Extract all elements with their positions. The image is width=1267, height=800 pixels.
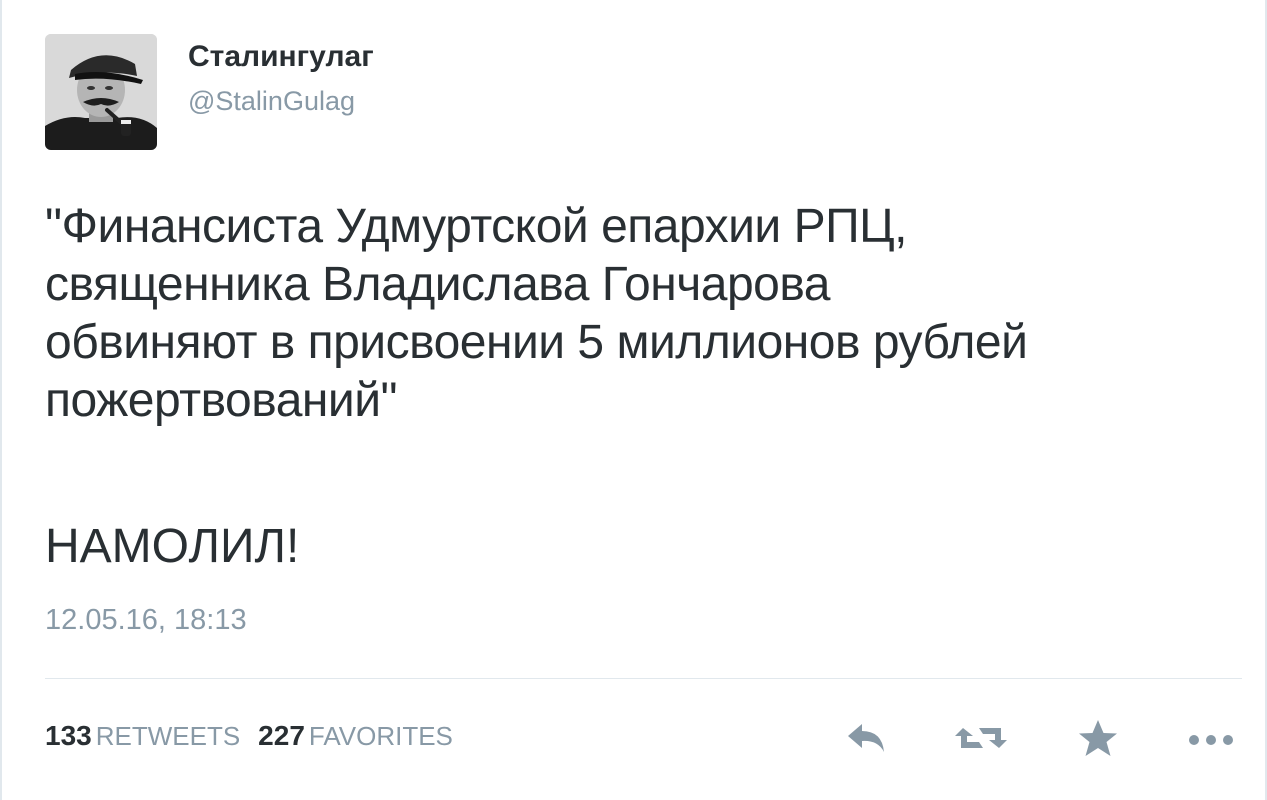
more-button[interactable]: [1186, 730, 1236, 750]
more-dots-icon: [1189, 735, 1233, 745]
retweet-icon: [955, 728, 1007, 748]
reply-icon: [848, 724, 884, 752]
retweet-button[interactable]: [953, 718, 1009, 758]
tweet-stats: 133 RETWEETS 227 FAVORITES: [45, 720, 471, 752]
tweet-line: обвиняют в присвоении 5 миллионов рублей: [45, 316, 1028, 369]
retweets-label[interactable]: RETWEETS: [96, 721, 240, 751]
user-handle[interactable]: @StalinGulag: [188, 86, 355, 117]
tweet-card: Сталингулаг @StalinGulag "Финансиста Удм…: [0, 0, 1267, 800]
tweet-text: "Финансиста Удмуртской епархии РПЦ, свящ…: [45, 198, 1245, 430]
divider: [45, 678, 1242, 679]
tweet-line: "Финансиста Удмуртской епархии РПЦ,: [45, 200, 907, 253]
reply-button[interactable]: [842, 718, 890, 758]
retweets-count[interactable]: 133: [45, 720, 92, 751]
favorite-button[interactable]: [1076, 718, 1120, 760]
avatar[interactable]: [45, 34, 157, 150]
favorites-count[interactable]: 227: [258, 720, 305, 751]
favorites-label[interactable]: FAVORITES: [309, 721, 453, 751]
star-icon: [1079, 720, 1117, 756]
tweet-punchline: НАМОЛИЛ!: [45, 520, 300, 573]
display-name[interactable]: Сталингулаг: [188, 40, 374, 74]
card-border-left: [0, 0, 2, 800]
tweet-timestamp[interactable]: 12.05.16, 18:13: [45, 604, 247, 637]
tweet-line: пожертвований": [45, 374, 398, 427]
tweet-line: священника Владислава Гончарова: [45, 258, 830, 311]
avatar-portrait: [45, 34, 157, 150]
